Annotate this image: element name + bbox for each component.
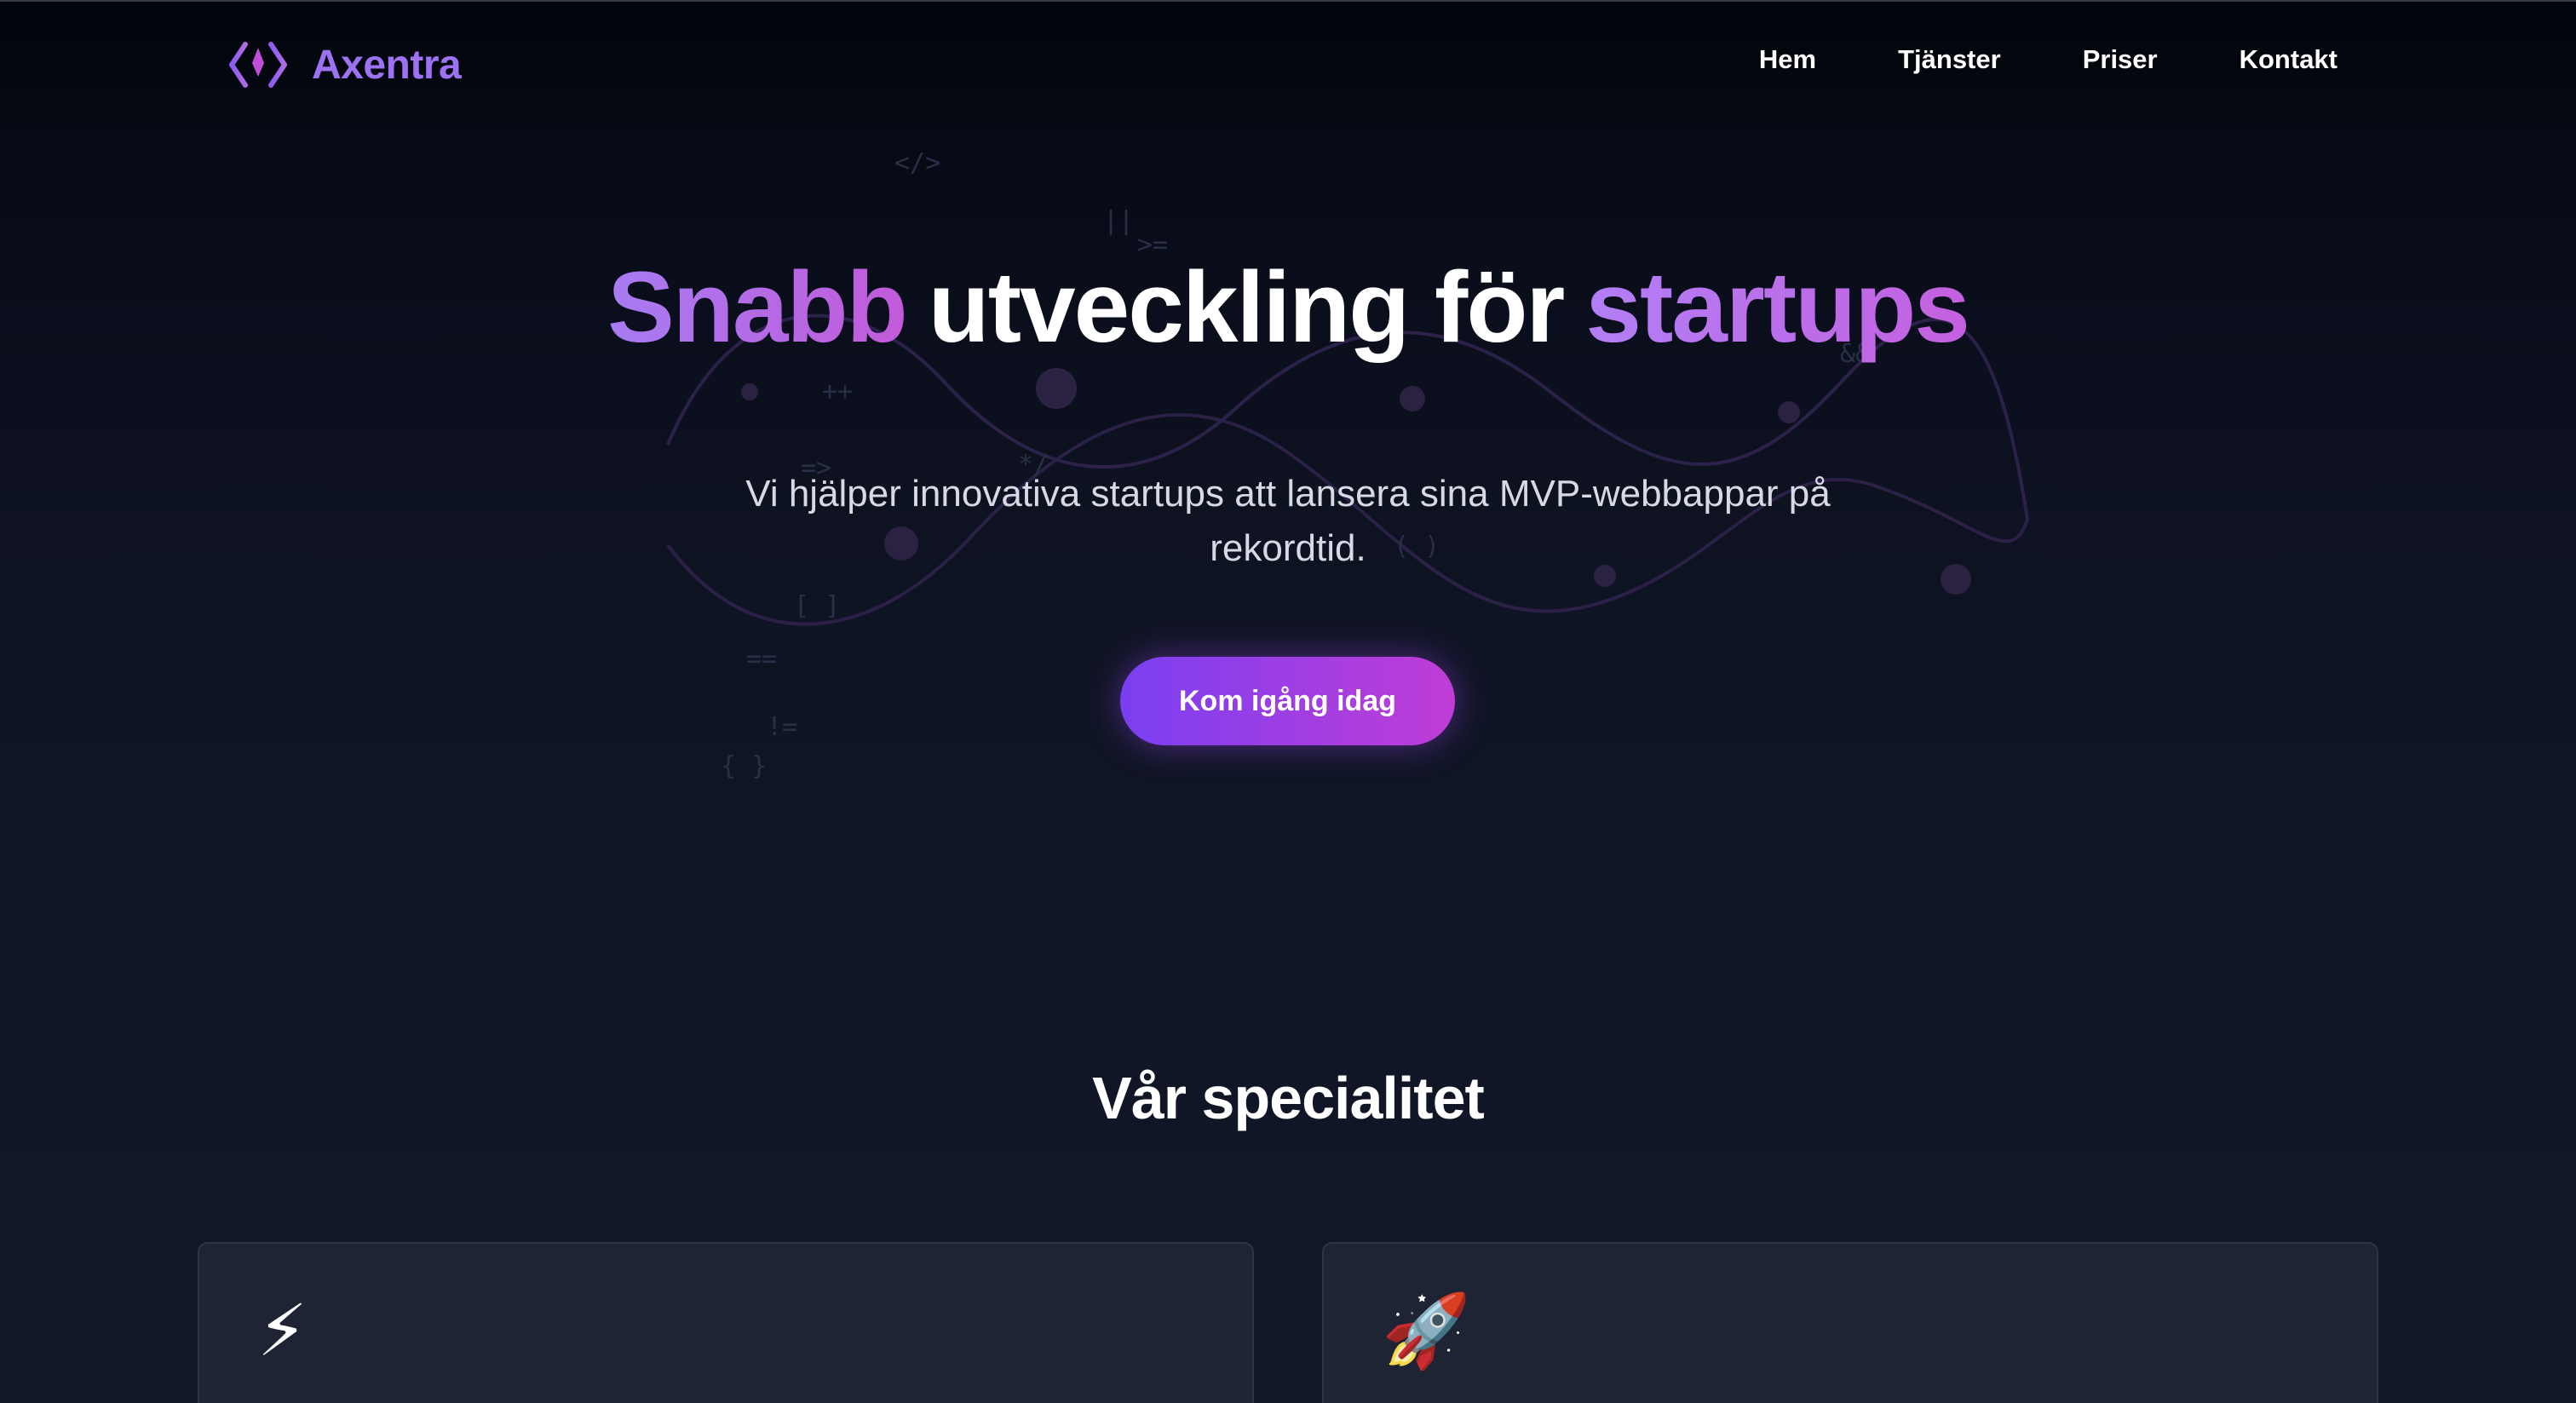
hero-title: Snabb utveckling för startups	[0, 257, 2576, 358]
deco-dot	[1778, 401, 1800, 423]
code-symbol: </>	[894, 148, 941, 178]
main-nav: Hem Tjänster Priser Kontakt	[1759, 44, 2337, 75]
specialty-card[interactable]: 🚀	[1322, 1242, 2378, 1403]
nav-item-tjanster[interactable]: Tjänster	[1898, 44, 2001, 75]
code-symbol: !=	[767, 712, 798, 742]
deco-dot	[1941, 564, 1971, 595]
deco-dot	[741, 383, 758, 400]
hero-title-middle: utveckling för	[928, 251, 1566, 364]
nav-item-kontakt[interactable]: Kontakt	[2240, 44, 2337, 75]
brand-name: Axentra	[312, 42, 462, 88]
code-symbol: ||	[1103, 206, 1135, 236]
specialty-card[interactable]: ⚡	[198, 1242, 1254, 1403]
deco-dot	[1400, 386, 1425, 411]
code-symbol: { }	[721, 751, 768, 781]
hero-title-highlight-2: startups	[1585, 251, 1970, 364]
code-symbol: ==	[746, 644, 778, 674]
deco-dot	[1036, 368, 1077, 409]
site-header: Axentra Hem Tjänster Priser Kontakt	[0, 2, 2576, 128]
nav-item-priser[interactable]: Priser	[2083, 44, 2158, 75]
rocket-icon: 🚀	[1382, 1291, 1471, 1371]
landing-page: Axentra Hem Tjänster Priser Kontakt </> …	[0, 0, 2576, 1403]
lightning-icon: ⚡	[257, 1291, 308, 1371]
code-symbol: [ ]	[794, 591, 841, 621]
cta-button[interactable]: Kom igång idag	[1120, 657, 1455, 745]
hero-title-highlight-1: Snabb	[607, 251, 908, 364]
hero-subtitle: Vi hjälper innovativa startups att lanse…	[745, 473, 1831, 569]
code-symbol: ++	[822, 377, 854, 406]
specialties-title: Vår specialitet	[1092, 1065, 1485, 1131]
brand[interactable]: Axentra	[227, 34, 462, 95]
nav-item-hem[interactable]: Hem	[1759, 44, 1816, 75]
code-logo-icon	[229, 42, 287, 88]
